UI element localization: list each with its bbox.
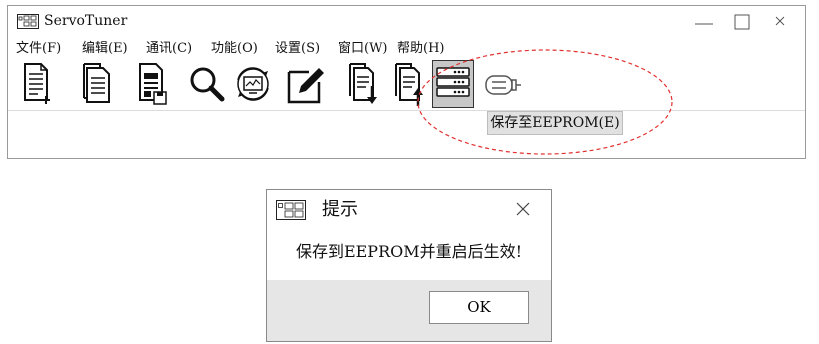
app-logo-icon [276,200,306,220]
app-logo-icon [17,14,39,29]
menu-file[interactable]: 文件(F) [16,39,61,59]
save-eeprom-icon [436,67,470,97]
menu-edit[interactable]: 编辑(E) [82,39,128,59]
download-param-icon [349,63,377,104]
monitor-refresh-icon [237,67,269,101]
dialog-footer: OK [267,280,551,341]
menu-help[interactable]: 帮助(H) [397,39,444,59]
menu-comm[interactable]: 通讯(C) [146,39,192,59]
open-file-button[interactable] [75,60,117,108]
notice-dialog: 提示 保存到EEPROM并重启后生效! OK [266,189,552,342]
menu-function[interactable]: 功能(O) [211,39,258,59]
minimize-button[interactable] [692,12,716,32]
maximize-button[interactable] [730,12,754,32]
toolbar [8,60,805,110]
save-eeprom-button[interactable] [432,60,474,108]
menu-bar: 文件(F) 编辑(E) 通讯(C) 功能(O) 设置(S) 窗口(W) 帮助(H… [8,39,805,59]
menu-settings[interactable]: 设置(S) [275,39,320,59]
edit-button[interactable] [285,60,327,108]
open-file-icon [83,63,110,103]
save-eeprom-tooltip: 保存至EEPROM(E) [487,111,623,135]
upload-param-icon [395,63,423,106]
save-file-button[interactable] [131,60,173,108]
dialog-message: 保存到EEPROM并重启后生效! [295,242,523,261]
new-file-icon [24,63,50,104]
search-button[interactable] [186,60,228,108]
save-file-icon [139,63,167,105]
servo-motor-icon [485,75,521,95]
menu-window[interactable]: 窗口(W) [338,39,388,59]
ok-button[interactable]: OK [429,291,529,324]
upload-params-button[interactable] [388,60,430,108]
dialog-close-button[interactable] [513,199,533,219]
edit-pencil-icon [287,68,324,104]
monitor-button[interactable] [232,60,274,108]
dialog-title: 提示 [322,199,358,220]
title-bar[interactable]: ServoTuner [8,6,805,36]
window-title: ServoTuner [44,13,128,29]
close-button[interactable] [768,12,792,32]
main-window: ServoTuner 文件(F) 编辑(E) 通讯(C) 功能(O) 设置(S)… [7,5,806,159]
servo-motor-button[interactable] [482,60,524,108]
download-params-button[interactable] [342,60,384,108]
new-file-button[interactable] [16,60,58,108]
content-divider [8,110,805,111]
search-icon [190,67,225,102]
